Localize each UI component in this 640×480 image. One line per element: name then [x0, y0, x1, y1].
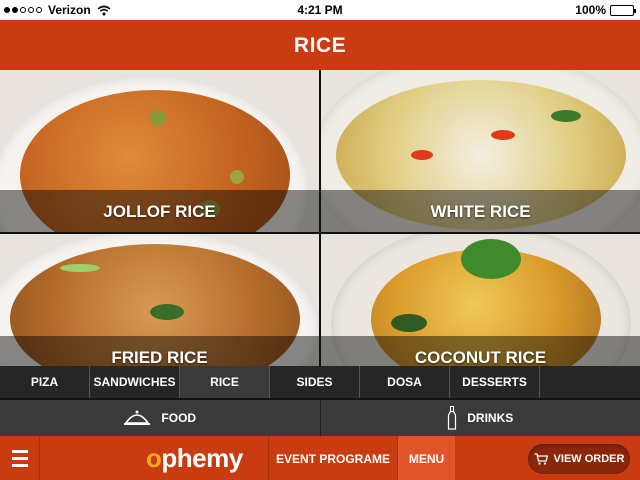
- hamburger-icon[interactable]: [0, 436, 40, 480]
- tab-spacer: [540, 366, 640, 398]
- dish-grid: JOLLOF RICE WHITE RICE FRIED RICE COCONU…: [0, 70, 640, 366]
- dish-label: FRIED RICE: [0, 336, 319, 366]
- section-switcher: FOOD DRINKS: [0, 400, 640, 436]
- dish-label: COCONUT RICE: [321, 336, 640, 366]
- dish-tile-white-rice[interactable]: WHITE RICE: [321, 70, 640, 232]
- battery-percent: 100%: [575, 3, 606, 17]
- tab-piza[interactable]: PIZA: [0, 366, 90, 398]
- olive-garnish: [230, 170, 244, 184]
- bottle-icon: [448, 406, 457, 430]
- cilantro-garnish: [461, 239, 521, 279]
- category-tabs: PIZA SANDWICHES RICE SIDES DOSA DESSERTS: [0, 366, 640, 398]
- page-title: RICE: [0, 20, 640, 70]
- battery-icon: [610, 4, 636, 16]
- dish-label: WHITE RICE: [321, 190, 640, 232]
- basil-garnish: [150, 304, 184, 320]
- basil-garnish: [551, 110, 581, 122]
- bottom-navigation: ophemy EVENT PROGRAME MENU VIEW ORDER: [0, 436, 640, 480]
- scallion-garnish: [60, 264, 100, 272]
- pepper-garnish: [411, 150, 433, 160]
- app-logo: ophemy: [146, 443, 243, 473]
- pepper-garnish: [491, 130, 515, 140]
- status-bar: Verizon 4:21 PM 100%: [0, 0, 640, 20]
- food-label: FOOD: [161, 411, 197, 425]
- tab-sides[interactable]: SIDES: [270, 366, 360, 398]
- view-order-label: VIEW ORDER: [553, 453, 625, 465]
- event-programe-button[interactable]: EVENT PROGRAME: [268, 436, 398, 480]
- drinks-label: DRINKS: [467, 411, 514, 425]
- tab-rice[interactable]: RICE: [180, 366, 270, 398]
- view-order-button[interactable]: VIEW ORDER: [528, 444, 630, 474]
- cart-icon: [534, 453, 548, 465]
- dish-tile-coconut-rice[interactable]: COCONUT RICE: [321, 234, 640, 366]
- olive-garnish: [150, 110, 166, 126]
- menu-button[interactable]: MENU: [398, 436, 455, 480]
- food-section-button[interactable]: FOOD: [0, 400, 320, 436]
- dish-tile-fried-rice[interactable]: FRIED RICE: [0, 234, 319, 366]
- logo-text: phemy: [161, 443, 243, 473]
- tab-dosa[interactable]: DOSA: [360, 366, 450, 398]
- dish-tile-jollof-rice[interactable]: JOLLOF RICE: [0, 70, 319, 232]
- tab-desserts[interactable]: DESSERTS: [450, 366, 540, 398]
- cloche-icon: [124, 410, 151, 425]
- dish-label: JOLLOF RICE: [0, 190, 319, 232]
- spinach-garnish: [391, 314, 427, 332]
- clock: 4:21 PM: [297, 3, 343, 17]
- tab-sandwiches[interactable]: SANDWICHES: [90, 366, 180, 398]
- drinks-section-button[interactable]: DRINKS: [319, 400, 640, 436]
